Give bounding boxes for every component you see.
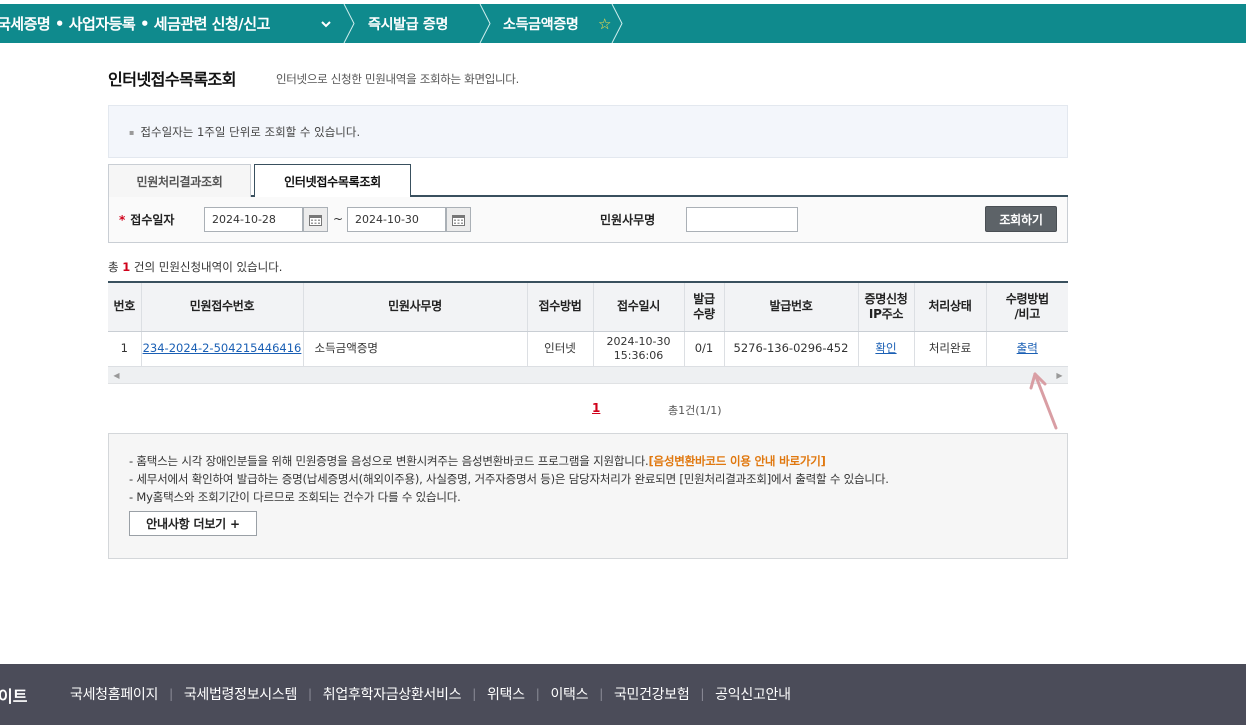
nav-menu-instant-issue[interactable]: 즉시발급 증명 (368, 4, 448, 43)
cell-method: 인터넷 (526, 331, 593, 367)
cell-qty: 0/1 (683, 331, 724, 367)
col-header-status: 처리상태 (913, 281, 986, 332)
col-header-service: 민원사무명 (302, 281, 527, 332)
cell-date: 2024-10-30 15:36:06 (592, 331, 684, 367)
service-name-input[interactable] (686, 207, 798, 232)
col-header-issue-no: 발급번호 (723, 281, 858, 332)
footer-brand: 이트 (0, 687, 28, 706)
col-header-method: 접수방법 (526, 281, 593, 332)
col-header-ip: 증명신청 IP주소 (857, 281, 914, 332)
breadcrumb-separator-icon (611, 4, 623, 43)
scroll-left-icon[interactable]: ◀ (108, 367, 125, 384)
nav-menu-certificates[interactable]: 국세증명 • 사업자등록 • 세금관련 신청/신고 (0, 4, 270, 43)
cell-no: 1 (108, 331, 141, 367)
horizontal-scrollbar[interactable]: ◀ ▶ (108, 367, 1068, 384)
cell-receipt-no: 234-2024-2-504215446416 (140, 331, 303, 367)
calendar-icon[interactable] (303, 207, 328, 232)
annotation-arrow-icon (1029, 372, 1058, 430)
tab-internet-receipt-list[interactable]: 인터넷접수목록조회 (254, 164, 411, 198)
cell-ip: 확인 (857, 331, 914, 367)
date-range-separator: ~ (333, 212, 344, 226)
ip-confirm-link[interactable]: 확인 (875, 341, 896, 355)
nav-menu-income-certificate[interactable]: 소득금액증명 (503, 4, 579, 43)
notice-box: - 홈택스는 시각 장애인분들을 위해 민원증명을 음성으로 변환시켜주는 음성… (108, 433, 1068, 559)
notice-line: - 홈택스는 시각 장애인분들을 위해 민원증명을 음성으로 변환시켜주는 음성… (129, 454, 826, 468)
calendar-icon[interactable] (446, 207, 471, 232)
cell-issue-no: 5276-136-0296-452 (723, 331, 858, 367)
tab-bar: 민원처리결과조회 인터넷접수목록조회 (108, 164, 1068, 198)
chevron-down-icon[interactable] (320, 4, 332, 43)
footer-link[interactable]: 이택스 (550, 684, 588, 704)
result-table: 번호 민원접수번호 민원사무명 접수방법 접수일시 발급 수량 발급번호 증명신청… (108, 281, 1068, 367)
page-total: 총1건(1/1) (668, 404, 722, 417)
page-description: 인터넷으로 신청한 민원내역을 조회하는 화면입니다. (276, 72, 519, 86)
result-count: 총 1 건의 민원신청내역이 있습니다. (108, 260, 283, 274)
breadcrumb-separator-icon (343, 4, 355, 43)
footer-link[interactable]: 국세법령정보시스템 (184, 684, 298, 704)
info-text: 접수일자는 1주일 단위로 조회할 수 있습니다. (129, 124, 360, 140)
date-from-input[interactable]: 2024-10-28 (204, 207, 303, 232)
print-link[interactable]: 출력 (1017, 341, 1038, 355)
receipt-date-label: * 접수일자 (119, 213, 175, 227)
tab-result-inquiry[interactable]: 민원처리결과조회 (108, 164, 251, 197)
voice-barcode-link[interactable]: [음성변환바코드 이용 안내 바로가기] (648, 454, 825, 468)
footer-link[interactable]: 위택스 (487, 684, 525, 704)
notice-line: - My홈택스와 조회기간이 다르므로 조회되는 건수가 다를 수 있습니다. (129, 490, 461, 504)
footer-link[interactable]: 공익신고안내 (715, 684, 791, 704)
top-nav-bar: 국세증명 • 사업자등록 • 세금관련 신청/신고 즉시발급 증명 소득금액증명… (0, 4, 1246, 43)
search-form: * 접수일자 2024-10-28 ~ 2024-10-30 민원사무명 조회하기 (108, 197, 1068, 243)
cell-status: 처리완료 (913, 331, 986, 367)
service-name-label: 민원사무명 (600, 213, 656, 227)
page-number[interactable]: 1 (592, 401, 600, 415)
page-title: 인터넷접수목록조회 (108, 70, 236, 89)
footer-link[interactable]: 국세청홈페이지 (70, 684, 158, 704)
table-header-row: 번호 민원접수번호 민원사무명 접수방법 접수일시 발급 수량 발급번호 증명신청… (108, 281, 1068, 332)
col-header-receive: 수령방법/비고 (985, 281, 1068, 332)
breadcrumb-separator-icon (479, 4, 491, 43)
col-header-no: 번호 (108, 281, 141, 332)
date-to-input[interactable]: 2024-10-30 (347, 207, 446, 232)
receipt-no-link[interactable]: 234-2024-2-504215446416 (143, 341, 302, 355)
table-row: 1 234-2024-2-504215446416 소득금액증명 인터넷 202… (108, 331, 1068, 367)
more-info-button[interactable]: 안내사항 더보기 + (129, 511, 257, 536)
col-header-date: 접수일시 (592, 281, 684, 332)
cell-service: 소득금액증명 (302, 331, 527, 367)
col-header-qty: 발급 수량 (683, 281, 724, 332)
footer-link[interactable]: 취업후학자금상환서비스 (323, 684, 462, 704)
col-header-receipt-no: 민원접수번호 (140, 281, 303, 332)
cell-receive: 출력 (985, 331, 1068, 367)
search-button[interactable]: 조회하기 (985, 206, 1057, 232)
notice-line: - 세무서에서 확인하여 발급하는 증명(납세증명서(해외이주용), 사실증명,… (129, 472, 889, 486)
footer-links: 국세청홈페이지 | 국세법령정보시스템 | 취업후학자금상환서비스 | 위택스 | 이택… (70, 684, 791, 704)
info-box: 접수일자는 1주일 단위로 조회할 수 있습니다. (108, 105, 1068, 158)
footer: 이트 국세청홈페이지 | 국세법령정보시스템 | 취업후학자금상환서비스 | 위택스 |… (0, 664, 1246, 725)
footer-link[interactable]: 국민건강보험 (614, 684, 690, 704)
